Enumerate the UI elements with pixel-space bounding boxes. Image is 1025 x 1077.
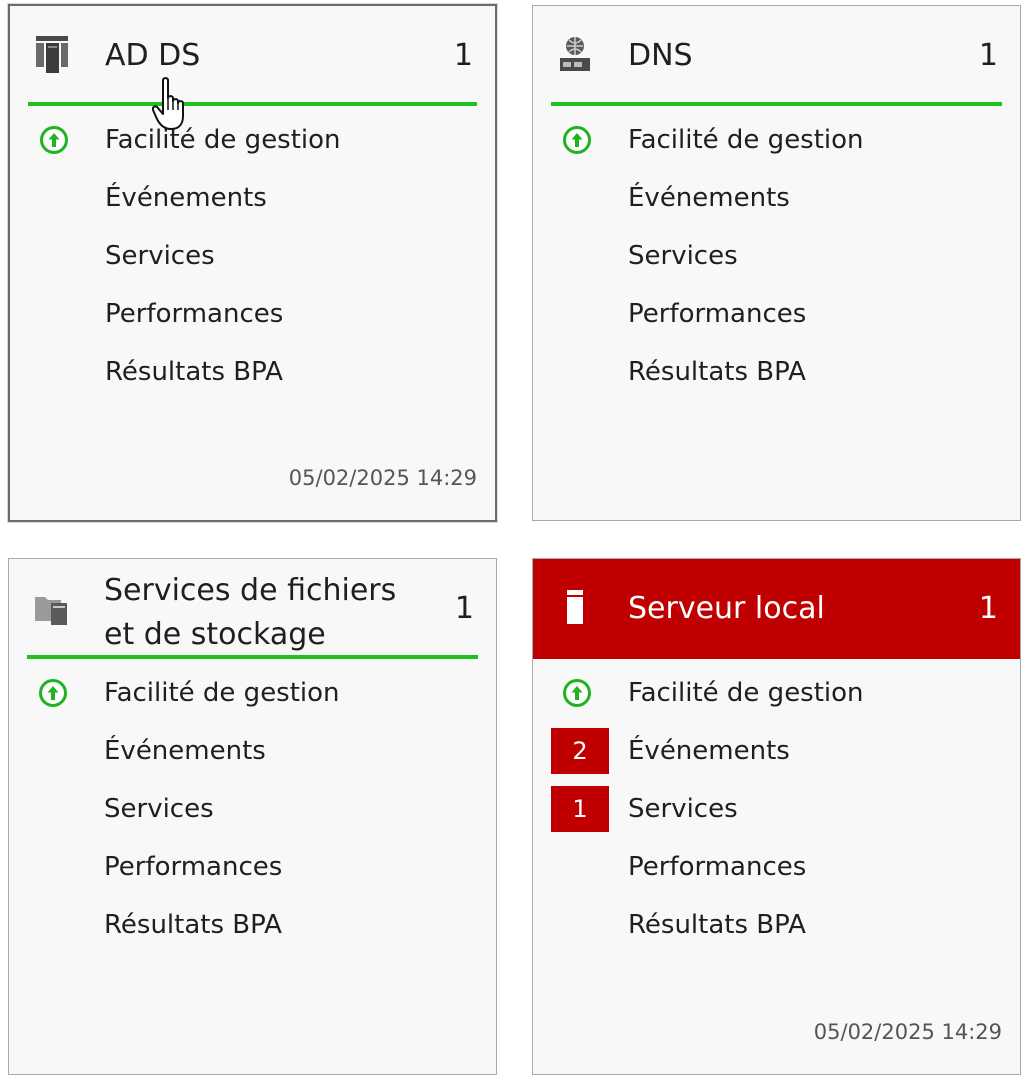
- row-label: Résultats BPA: [105, 357, 283, 387]
- row-label: Services: [628, 241, 738, 271]
- tile-count[interactable]: 1: [455, 589, 474, 629]
- tile-local-server[interactable]: Serveur local 1 Facilité de gestion 2 Év…: [532, 558, 1021, 1075]
- row-label: Événements: [104, 736, 266, 766]
- row-manageability[interactable]: Facilité de gestion: [10, 112, 495, 170]
- file-storage-role-icon: [35, 597, 67, 625]
- row-label: Performances: [105, 299, 284, 329]
- last-refresh-timestamp: 05/02/2025 14:29: [813, 1020, 1002, 1044]
- local-server-icon: [567, 590, 583, 624]
- health-status-bar: [551, 102, 1002, 106]
- tile-header[interactable]: AD DS 1: [10, 6, 495, 106]
- row-label: Facilité de gestion: [628, 678, 864, 708]
- row-label: Services: [628, 794, 738, 824]
- up-arrow-status-icon: [563, 126, 591, 154]
- row-label: Facilité de gestion: [104, 678, 340, 708]
- row-label: Performances: [104, 852, 283, 882]
- row-events[interactable]: Événements: [533, 170, 1020, 228]
- row-events[interactable]: Événements: [9, 723, 496, 781]
- dns-role-icon: [560, 37, 590, 71]
- row-bpa-results[interactable]: Résultats BPA: [10, 344, 495, 402]
- row-services[interactable]: Services: [533, 228, 1020, 286]
- row-services[interactable]: 1 Services: [533, 781, 1020, 839]
- row-bpa-results[interactable]: Résultats BPA: [533, 897, 1020, 955]
- row-bpa-results[interactable]: Résultats BPA: [9, 897, 496, 955]
- row-performance[interactable]: Performances: [9, 839, 496, 897]
- up-arrow-status-icon: [563, 679, 591, 707]
- health-status-bar: [27, 655, 478, 659]
- events-alert-badge[interactable]: 2: [551, 728, 609, 774]
- row-label: Événements: [105, 183, 267, 213]
- row-performance[interactable]: Performances: [533, 286, 1020, 344]
- row-label: Résultats BPA: [104, 910, 282, 940]
- row-label: Événements: [628, 183, 790, 213]
- tile-header[interactable]: Serveur local 1: [533, 559, 1020, 659]
- row-services[interactable]: Services: [9, 781, 496, 839]
- ad-ds-role-icon: [36, 36, 68, 73]
- services-alert-badge[interactable]: 1: [551, 786, 609, 832]
- row-performance[interactable]: Performances: [10, 286, 495, 344]
- up-arrow-status-icon: [40, 126, 68, 154]
- tile-title[interactable]: Services de fichiers et de stockage: [104, 569, 434, 657]
- tile-header[interactable]: Services de fichiers et de stockage 1: [9, 559, 496, 659]
- row-label: Facilité de gestion: [105, 125, 341, 155]
- row-events[interactable]: Événements: [10, 170, 495, 228]
- health-status-bar: [28, 102, 477, 106]
- tile-title[interactable]: DNS: [628, 36, 693, 76]
- row-label: Résultats BPA: [628, 357, 806, 387]
- up-arrow-status-icon: [39, 679, 67, 707]
- row-performance[interactable]: Performances: [533, 839, 1020, 897]
- row-label: Performances: [628, 299, 807, 329]
- tile-header[interactable]: DNS 1: [533, 6, 1020, 106]
- tile-file-storage-services[interactable]: Services de fichiers et de stockage 1 Fa…: [8, 558, 497, 1075]
- tile-count[interactable]: 1: [979, 589, 998, 629]
- row-label: Services: [104, 794, 214, 824]
- row-manageability[interactable]: Facilité de gestion: [9, 665, 496, 723]
- row-manageability[interactable]: Facilité de gestion: [533, 112, 1020, 170]
- row-manageability[interactable]: Facilité de gestion: [533, 665, 1020, 723]
- row-label: Facilité de gestion: [628, 125, 864, 155]
- row-label: Résultats BPA: [628, 910, 806, 940]
- row-events[interactable]: 2 Événements: [533, 723, 1020, 781]
- tile-count[interactable]: 1: [454, 36, 473, 76]
- tile-title[interactable]: Serveur local: [628, 589, 825, 629]
- tile-ad-ds[interactable]: AD DS 1 Facilité de gestion Événements S…: [8, 4, 497, 522]
- row-label: Services: [105, 241, 215, 271]
- tile-count[interactable]: 1: [979, 36, 998, 76]
- row-label: Événements: [628, 736, 790, 766]
- row-bpa-results[interactable]: Résultats BPA: [533, 344, 1020, 402]
- row-label: Performances: [628, 852, 807, 882]
- tile-dns[interactable]: DNS 1 Facilité de gestion Événements Ser…: [532, 5, 1021, 521]
- last-refresh-timestamp: 05/02/2025 14:29: [288, 466, 477, 490]
- row-services[interactable]: Services: [10, 228, 495, 286]
- tile-title[interactable]: AD DS: [105, 36, 200, 76]
